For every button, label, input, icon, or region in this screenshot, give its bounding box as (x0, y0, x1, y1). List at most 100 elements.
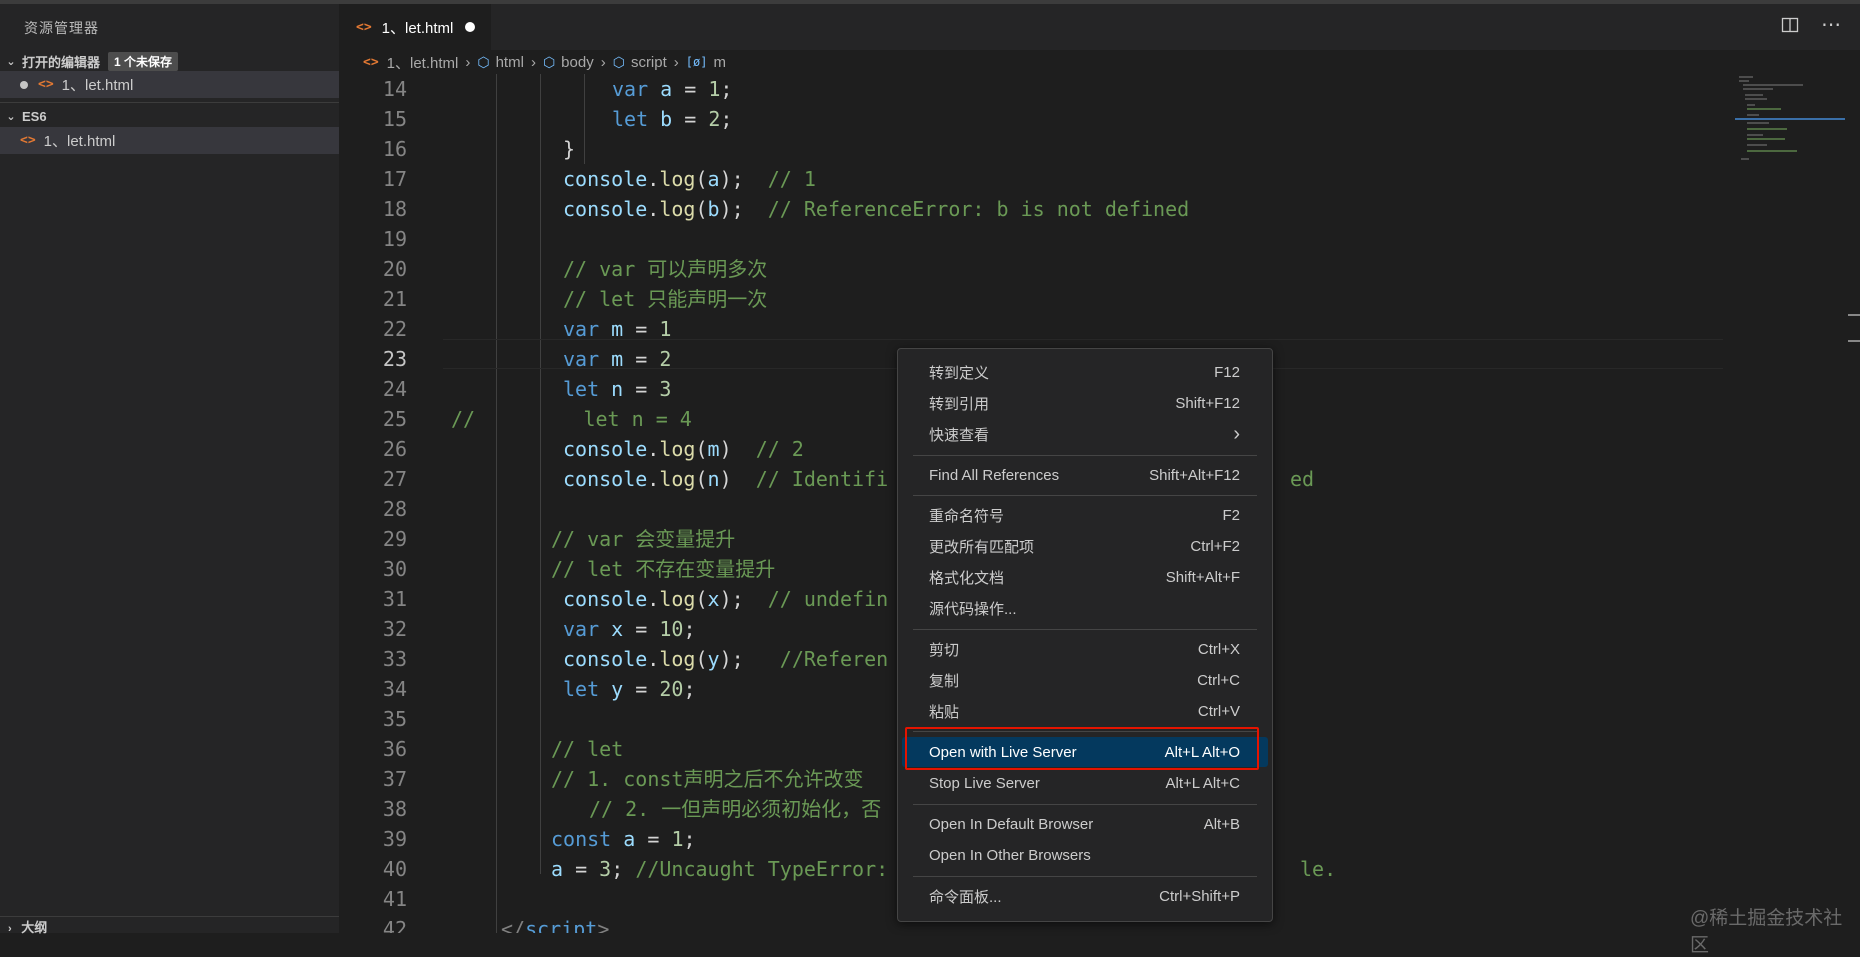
line-number: 15 (382, 107, 407, 131)
line-number: 36 (382, 737, 407, 761)
line-number: 27 (382, 467, 407, 491)
line-number: 25 (382, 407, 407, 431)
open-editor-file-label: 1、let.html (61, 77, 134, 94)
split-editor-icon[interactable] (1781, 16, 1799, 39)
menu-separator (913, 804, 1257, 805)
code-line: a = 3; //Uncaught TypeError: (551, 857, 889, 881)
code-line: var m = 2 (563, 347, 672, 371)
html-file-icon: <> (38, 77, 54, 92)
breadcrumb: <> 1、let.html › ⬡ html › ⬡ body › ⬡ scri… (339, 50, 1860, 74)
line-number: 16 (382, 137, 407, 161)
tab-bar: <> 1、let.html ⋯ (339, 4, 1860, 50)
code-line: var m = 1 (563, 317, 672, 341)
unsaved-dot-icon[interactable] (20, 81, 28, 89)
code-line: // let 只能声明一次 (563, 287, 768, 311)
line-number: 42 (382, 917, 407, 933)
code-line-tail: le. (1300, 857, 1337, 881)
menu-item-source-action[interactable]: 源代码操作... (902, 593, 1268, 623)
unsaved-dot-icon[interactable] (465, 22, 476, 32)
breadcrumb-file[interactable]: 1、let.html (387, 52, 459, 73)
explorer-title: 资源管理器 (24, 20, 99, 36)
code-line: console.log(x); // undefin (563, 587, 889, 611)
folder-section-es6[interactable]: ⌄ ES6 (0, 102, 339, 129)
code-line: // let n = 4 (451, 407, 692, 431)
more-actions-icon[interactable]: ⋯ (1821, 12, 1841, 37)
breadcrumb-script[interactable]: script (631, 54, 667, 71)
code-line: let b = 2; (612, 107, 733, 131)
line-number: 41 (382, 887, 407, 911)
line-number: 39 (382, 827, 407, 851)
line-number: 28 (382, 497, 407, 521)
menu-item-rename-symbol[interactable]: 重命名符号 F2 (902, 500, 1268, 530)
html-file-icon: <> (20, 133, 36, 148)
menu-item-paste[interactable]: 粘贴 Ctrl+V (902, 696, 1268, 726)
code-line: // 2. 一但声明必须初始化，否 (589, 797, 882, 821)
menu-item-copy[interactable]: 复制 Ctrl+C (902, 665, 1268, 695)
watermark: @稀土掘金技术社区 (1690, 908, 1843, 956)
line-number: 29 (382, 527, 407, 551)
menu-separator (913, 876, 1257, 877)
folder-label: ES6 (22, 108, 47, 124)
open-editors-label: 打开的编辑器 (22, 54, 101, 70)
line-number: 40 (382, 857, 407, 881)
code-line: console.log(n) // Identifi (563, 467, 889, 491)
code-line: console.log(a); // 1 (563, 167, 816, 191)
code-line: // let (551, 737, 624, 761)
menu-item-find-all-references[interactable]: Find All References Shift+Alt+F12 (902, 460, 1268, 490)
editor-scrollbar[interactable] (1846, 74, 1860, 933)
outline-section[interactable]: › 大纲 (0, 916, 339, 935)
line-number: 30 (382, 557, 407, 581)
menu-item-stop-live-server[interactable]: Stop Live Server Alt+L Alt+C (902, 768, 1268, 798)
chevron-right-icon: › (8, 923, 12, 935)
code-line: let y = 20; (563, 677, 696, 701)
code-line: // var 可以声明多次 (563, 257, 768, 281)
line-number: 24 (382, 377, 407, 401)
tab-label: 1、let.html (381, 19, 454, 37)
menu-item-command-palette[interactable]: 命令面板... Ctrl+Shift+P (902, 881, 1268, 911)
minimap[interactable] (1735, 74, 1845, 164)
breadcrumb-m[interactable]: m (713, 54, 726, 71)
code-line: console.log(y); //Referen (563, 647, 889, 671)
breadcrumb-separator: › (673, 53, 679, 71)
line-number: 33 (382, 647, 407, 671)
element-cube-icon: ⬡ (542, 53, 556, 70)
element-cube-icon: ⬡ (612, 53, 625, 70)
chevron-down-icon: ⌄ (6, 110, 16, 123)
variable-symbol-icon: [ø] (685, 55, 708, 69)
line-number: 35 (382, 707, 407, 731)
folder-file-item[interactable]: <> 1、let.html (0, 127, 339, 154)
menu-item-cut[interactable]: 剪切 Ctrl+X (902, 634, 1268, 664)
code-line: console.log(b); // ReferenceError: b is … (563, 197, 1190, 221)
code-line: // let 不存在变量提升 (551, 557, 776, 581)
open-editor-item[interactable]: <> 1、let.html (0, 71, 339, 98)
context-menu: 转到定义 F12 转到引用 Shift+F12 快速查看 › Find All Ref… (897, 348, 1273, 922)
menu-item-open-other-browsers[interactable]: Open In Other Browsers (902, 840, 1268, 870)
breadcrumb-separator: › (465, 53, 471, 71)
folder-file-label: 1、let.html (43, 133, 116, 150)
menu-item-change-all-occurrences[interactable]: 更改所有匹配项 Ctrl+F2 (902, 531, 1268, 561)
menu-item-format-document[interactable]: 格式化文档 Shift+Alt+F (902, 562, 1268, 592)
line-number: 22 (382, 317, 407, 341)
line-number: 21 (382, 287, 407, 311)
menu-item-peek[interactable]: 快速查看 › (902, 419, 1268, 449)
line-number: 17 (382, 167, 407, 191)
line-number: 34 (382, 677, 407, 701)
breadcrumb-body[interactable]: body (561, 54, 594, 71)
html-file-icon: <> (363, 54, 379, 70)
tab-let-html[interactable]: <> 1、let.html (339, 4, 491, 50)
menu-item-go-to-definition[interactable]: 转到定义 F12 (902, 357, 1268, 387)
chevron-down-icon: ⌄ (6, 55, 16, 68)
breadcrumb-html[interactable]: html (496, 54, 524, 71)
code-line: console.log(m) // 2 (563, 437, 804, 461)
code-line: // var 会变量提升 (551, 527, 736, 551)
code-line-tail: ed (1290, 467, 1315, 491)
line-number: 23 (382, 347, 407, 371)
code-line: let n = 3 (563, 377, 672, 401)
menu-item-open-default-browser[interactable]: Open In Default Browser Alt+B (902, 809, 1268, 839)
line-number: 20 (382, 257, 407, 281)
menu-item-go-to-references[interactable]: 转到引用 Shift+F12 (902, 388, 1268, 418)
line-number: 14 (382, 77, 407, 101)
menu-separator (913, 629, 1257, 630)
chevron-right-icon: › (1233, 422, 1240, 445)
line-number: 31 (382, 587, 407, 611)
